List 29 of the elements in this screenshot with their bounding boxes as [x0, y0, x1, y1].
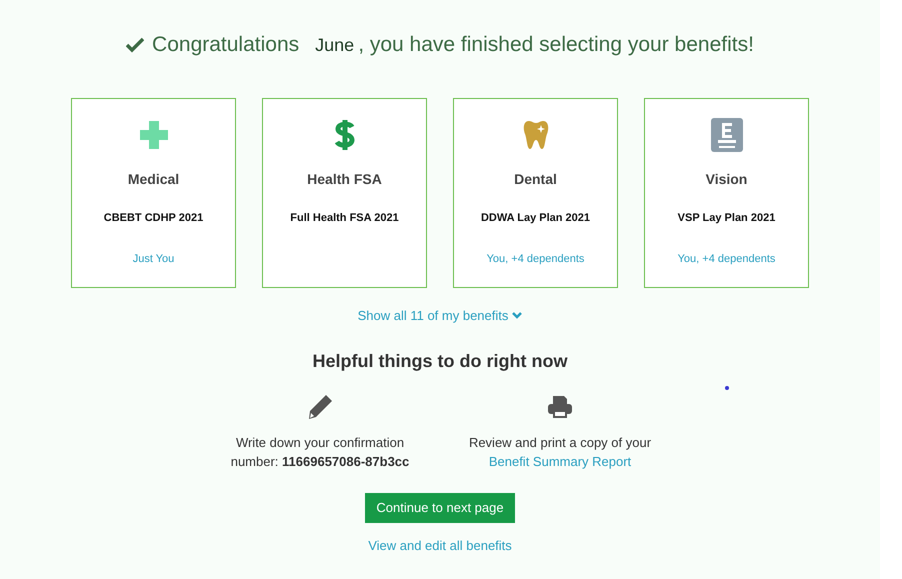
plan-name: DDWA Lay Plan 2021 — [480, 211, 590, 226]
continue-button[interactable]: Continue to next page — [365, 492, 515, 522]
eye-chart-icon — [710, 118, 742, 152]
benefit-title: Medical — [128, 170, 180, 189]
benefit-title: Health FSA — [307, 170, 382, 189]
coverage-link[interactable]: Just You — [132, 250, 174, 267]
tooth-icon — [522, 119, 550, 151]
benefit-title: Vision — [706, 170, 748, 189]
show-all-link[interactable]: Show all 11 of my benefits — [358, 306, 522, 326]
cross-icon — [138, 119, 170, 151]
user-name: June — [315, 34, 354, 56]
printer-icon — [547, 394, 573, 418]
plan-name: VSP Lay Plan 2021 — [678, 211, 776, 226]
plan-name: Full Health FSA 2021 — [290, 211, 399, 226]
coverage-link[interactable]: You, +4 dependents — [678, 250, 776, 267]
check-icon — [126, 37, 144, 53]
task-text: Write down your confirmation number: 11669657086-87b3cc — [230, 434, 410, 470]
view-edit-link[interactable]: View and edit all benefits — [368, 536, 512, 555]
task-text: Review and print a copy of your — [468, 434, 652, 452]
report-link[interactable]: Benefit Summary Report — [488, 452, 632, 470]
coverage-link[interactable]: You, +4 dependents — [486, 250, 584, 267]
benefit-title: Dental — [514, 170, 557, 189]
dollar-icon — [334, 118, 356, 152]
pencil-icon — [307, 394, 333, 420]
heading-text: Congratulations — [152, 32, 300, 58]
chevron-down-icon — [512, 312, 522, 320]
section-heading: Helpful things to do right now — [312, 350, 568, 373]
plan-name: CBEBT CDHP 2021 — [104, 211, 204, 226]
heading-text: , you have finished selecting your benefits! — [358, 32, 754, 58]
